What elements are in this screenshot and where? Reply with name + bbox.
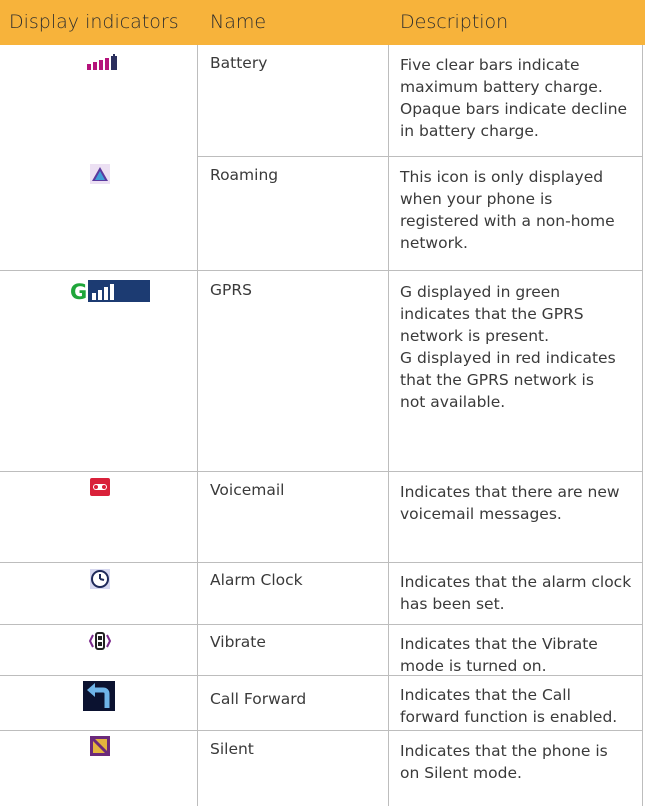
- row-description: Indicates that the Vibrate mode is turne…: [400, 635, 598, 675]
- alarm-clock-icon: [90, 569, 110, 593]
- row-divider: [0, 471, 643, 472]
- column-divider: [642, 45, 643, 806]
- row-description: Indicates that the alarm clock has been …: [400, 573, 632, 613]
- column-divider: [388, 45, 389, 806]
- row-name: Voicemail: [210, 481, 285, 499]
- row-divider: [0, 270, 643, 271]
- gprs-icon: G: [70, 280, 150, 306]
- row-description: Indicates that the Call forward function…: [400, 686, 618, 726]
- battery-icon: [87, 54, 119, 74]
- row-name: Alarm Clock: [210, 571, 303, 589]
- silent-icon: [90, 736, 110, 760]
- header-description: Description: [400, 11, 509, 33]
- voicemail-icon: [90, 478, 110, 500]
- row-name: Silent: [210, 740, 254, 758]
- row-description: Indicates that the phone is on Silent mo…: [400, 742, 608, 782]
- row-divider: [0, 562, 643, 563]
- row-divider: [0, 624, 643, 625]
- row-description: This icon is only displayed when your ph…: [400, 168, 615, 252]
- call-forward-icon: [83, 681, 115, 715]
- table-header: Display indicators Name Description: [0, 0, 645, 45]
- row-description: Indicates that there are new voicemail m…: [400, 483, 620, 523]
- roaming-icon: [90, 164, 110, 188]
- header-display-indicators: Display indicators: [9, 11, 179, 33]
- row-description: G displayed in green indicates that the …: [400, 283, 616, 411]
- row-name: Vibrate: [210, 633, 266, 651]
- vibrate-icon: [88, 631, 112, 655]
- row-name: Battery: [210, 54, 268, 72]
- row-description: Five clear bars indicate maximum battery…: [400, 56, 628, 140]
- row-divider: [197, 156, 643, 157]
- header-name: Name: [210, 11, 267, 33]
- row-divider: [0, 730, 643, 731]
- row-name: Roaming: [210, 166, 279, 184]
- row-name: Call Forward: [210, 690, 307, 708]
- row-name: GPRS: [210, 281, 252, 299]
- column-divider: [197, 45, 198, 806]
- svg-text:G: G: [70, 280, 87, 302]
